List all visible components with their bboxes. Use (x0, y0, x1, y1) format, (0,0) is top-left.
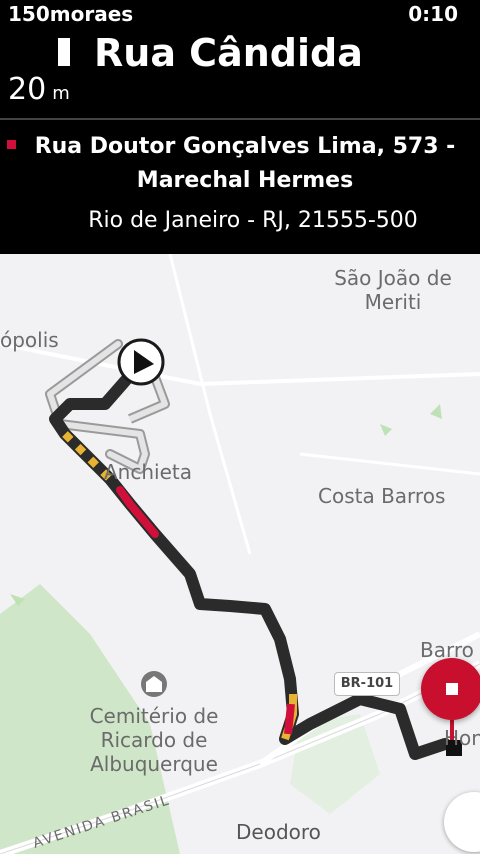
distance-unit: m (52, 83, 70, 104)
traffic-heavy-segment (116, 486, 159, 538)
destination-city: Rio de Janeiro - RJ, 21555-500 (88, 208, 418, 233)
traffic-heavy-segment (284, 703, 295, 735)
park-area (430, 404, 442, 419)
turn-indicator-icon (58, 38, 70, 66)
status-carrier-text: 150moraes (8, 2, 134, 26)
stop-button[interactable] (421, 658, 480, 720)
destination-address: Rua Doutor Gonçalves Lima, 573 - Marecha… (34, 134, 456, 193)
turn-distance: 20 m (8, 72, 70, 112)
status-clock: 0:10 (408, 2, 458, 26)
distance-value: 20 (8, 72, 47, 107)
map-road (299, 452, 480, 476)
map-label-opolis: ópolis (0, 328, 59, 352)
stop-icon (446, 683, 458, 695)
stop-pin-stem (450, 720, 454, 740)
highway-shield: BR-101 (334, 672, 400, 696)
map-road (168, 254, 252, 555)
map-label-anchieta: Anchieta (104, 460, 192, 484)
map-view[interactable]: São João de Meriti ópolis Anchieta Costa… (0, 254, 480, 854)
destination-marker-icon (7, 140, 16, 149)
map-canvas (0, 254, 480, 854)
map-label-deodoro: Deodoro (236, 820, 321, 844)
map-label-costa-barros: Costa Barros (318, 484, 446, 508)
map-label-cemiterio: Cemitério de Ricardo de Albuquerque (89, 704, 219, 776)
next-street-name: Rua Cândida (94, 31, 363, 75)
park-area (380, 424, 392, 436)
destination-card[interactable]: Rua Doutor Gonçalves Lima, 573 - Marecha… (0, 120, 480, 254)
navigation-header: Rua Cândida 20 m (0, 30, 480, 118)
map-label-sao-joao: São João de Meriti (334, 266, 452, 314)
status-bar: 150moraes 0:10 (0, 0, 480, 30)
